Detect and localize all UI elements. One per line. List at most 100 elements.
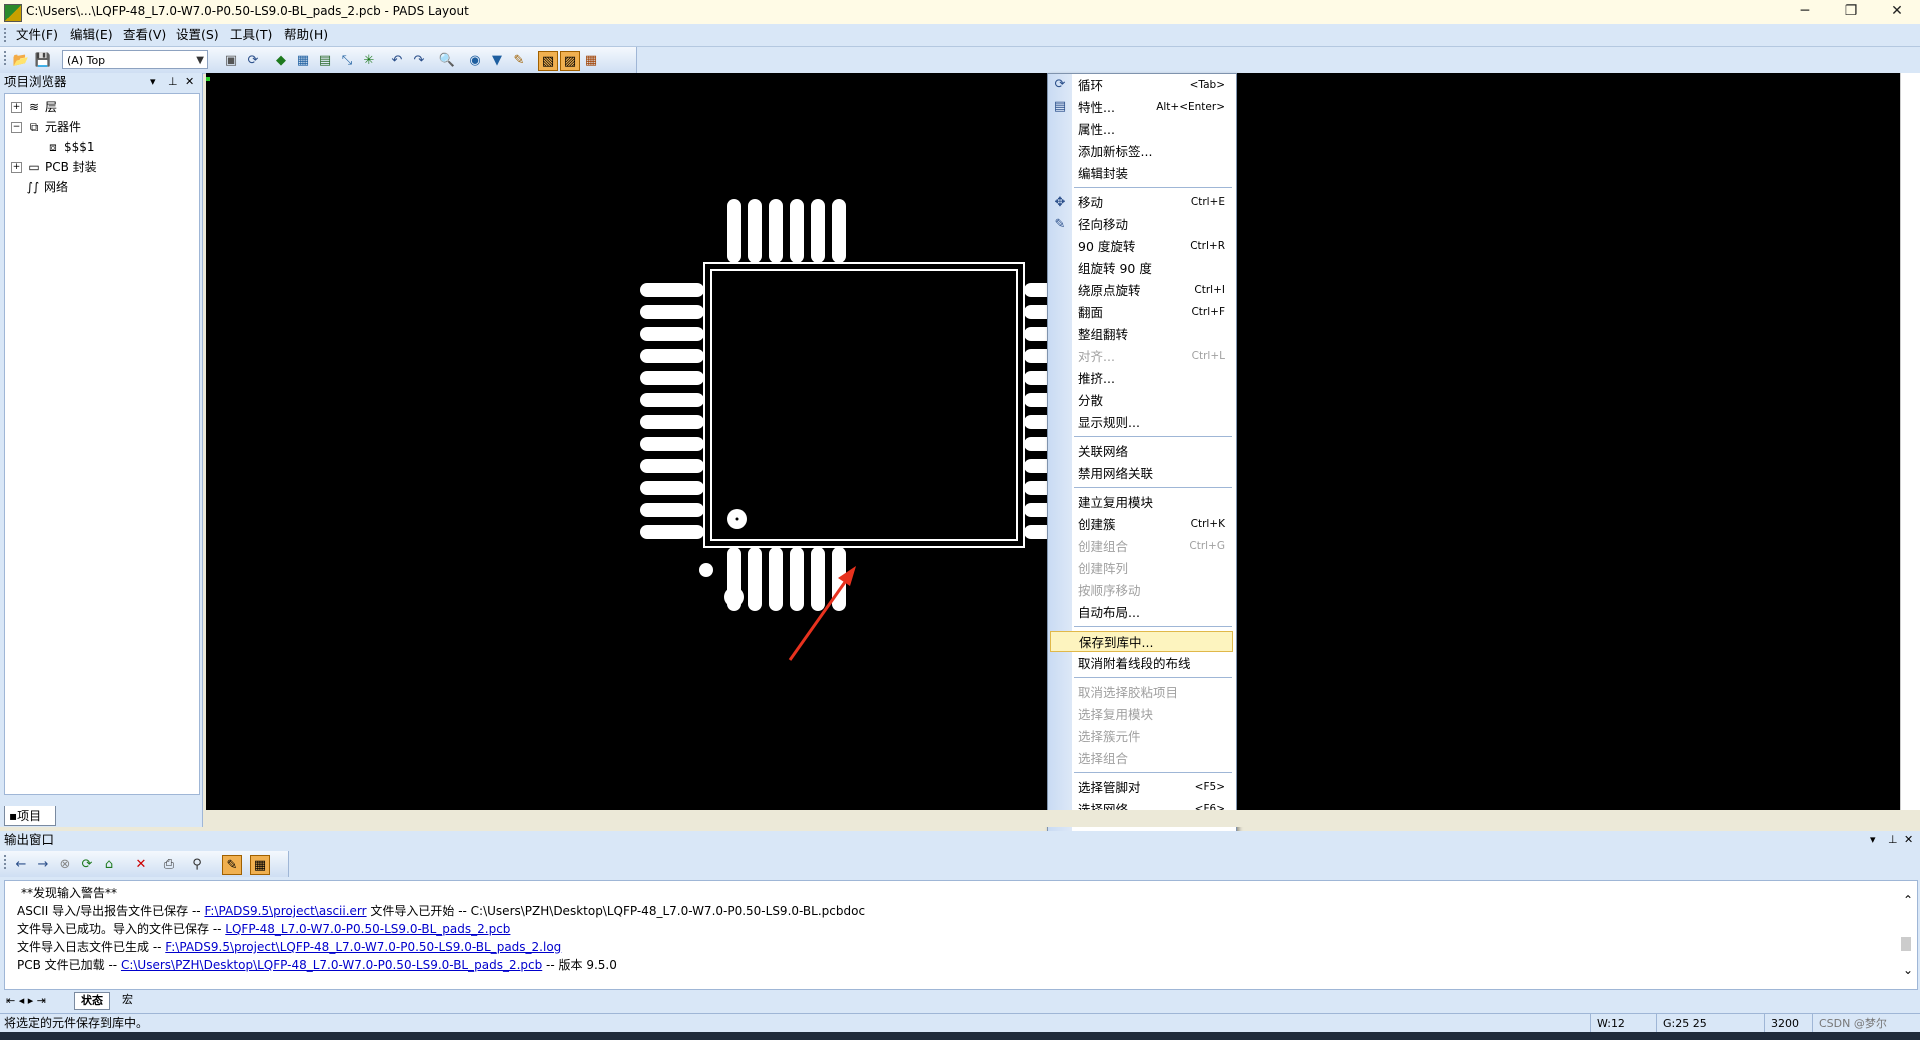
menu-edit[interactable]: 编辑(E)	[66, 26, 117, 44]
menu-view[interactable]: 查看(V)	[119, 26, 170, 44]
menu-setup[interactable]: 设置(S)	[172, 26, 223, 44]
output-toolbar-grip[interactable]	[4, 855, 9, 869]
ctx-item-auto-place[interactable]: 自动布局...	[1050, 602, 1233, 623]
find-icon[interactable]: ⚲	[188, 855, 206, 873]
ctx-item-move-sequential[interactable]: 按顺序移动	[1050, 580, 1233, 601]
canvas-horizontal-scrollbar[interactable]	[206, 810, 1920, 827]
filter-icon[interactable]: ▼	[488, 51, 506, 69]
ctx-item-select-reuse[interactable]: 选择复用模块	[1050, 704, 1233, 725]
panel-dropdown-icon[interactable]: ▾	[150, 73, 156, 91]
ctx-item-create-array[interactable]: 创建阵列	[1050, 558, 1233, 579]
tree-item-pcb-decals[interactable]: + ▭ PCB 封装	[11, 158, 97, 176]
scroll-down-icon[interactable]: ⌄	[1903, 963, 1913, 977]
ctx-item-group-rotate-90[interactable]: 组旋转 90 度	[1050, 258, 1233, 279]
clear-icon[interactable]: ✕	[132, 855, 150, 873]
stop-icon[interactable]: ⊗	[56, 855, 74, 873]
ctx-item-rotate-90[interactable]: 90 度旋转 Ctrl+R	[1050, 236, 1233, 257]
tab-macro[interactable]: 宏	[116, 992, 139, 1008]
menu-file[interactable]: 文件(F)	[12, 26, 62, 44]
ctx-item-unselect-glued[interactable]: 取消选择胶粘项目	[1050, 682, 1233, 703]
ctx-item-attributes[interactable]: 属性...	[1050, 119, 1233, 140]
ctx-item-edit-decal[interactable]: 编辑封装	[1050, 163, 1233, 184]
refresh-icon[interactable]: ⟳	[78, 855, 96, 873]
pcb-canvas[interactable]: ⟳ ▤ ✥ ✎ 循环 <Tab> 特性... Alt+<Enter> 属性... 添加新标…	[206, 73, 1900, 846]
grid-icon[interactable]: ▦	[250, 855, 270, 875]
tree-item-components[interactable]: − ⧉ 元器件	[11, 118, 81, 136]
route-icon[interactable]: ⤡	[338, 51, 356, 69]
verify-design-icon[interactable]: ◉	[466, 51, 484, 69]
edit-icon[interactable]: ✎	[222, 855, 242, 875]
expand-icon[interactable]: +	[11, 102, 22, 113]
redo-icon[interactable]: ↷	[410, 51, 428, 69]
output-file-link[interactable]: F:\PADS9.5\project\ascii.err	[204, 904, 366, 918]
save-icon[interactable]: 💾	[34, 51, 52, 69]
ctx-item-radial-move[interactable]: 径向移动	[1050, 214, 1233, 235]
spreadsheet-icon[interactable]: ▦	[582, 51, 600, 69]
tree-item-layers[interactable]: + ≋ 层	[11, 98, 57, 116]
output-file-link[interactable]: C:\Users\PZH\Desktop\LQFP-48_L7.0-W7.0-P…	[121, 958, 542, 972]
ctx-item-rotate-origin[interactable]: 绕原点旋转 Ctrl+I	[1050, 280, 1233, 301]
minimize-button[interactable]: ─	[1782, 0, 1828, 24]
ctx-item-push[interactable]: 推挤...	[1050, 368, 1233, 389]
ctx-item-select-cluster-parts[interactable]: 选择簇元件	[1050, 726, 1233, 747]
ctx-item-associate-net[interactable]: 关联网络	[1050, 441, 1233, 462]
tree-item-nets[interactable]: ∫∫ 网络	[25, 178, 68, 196]
maximize-button[interactable]: ❐	[1828, 0, 1874, 24]
ctx-item-show-rules[interactable]: 显示规则...	[1050, 412, 1233, 433]
output-close-icon[interactable]: ✕	[1904, 831, 1913, 849]
ctx-item-cycle[interactable]: 循环 <Tab>	[1050, 75, 1233, 96]
tab-project[interactable]: ▪项目	[4, 806, 56, 826]
undo-icon[interactable]: ↶	[388, 51, 406, 69]
ctx-item-create-cluster[interactable]: 创建簇 Ctrl+K	[1050, 514, 1233, 535]
ctx-item-create-reuse[interactable]: 建立复用模块	[1050, 492, 1233, 513]
ctx-item-group-flip[interactable]: 整组翻转	[1050, 324, 1233, 345]
redraw-icon[interactable]: ⟳	[244, 51, 262, 69]
toolbar-grip[interactable]	[4, 51, 9, 65]
project-browser-toggle-icon[interactable]: ▧	[538, 51, 558, 71]
ecotoolbar-icon[interactable]: ▤	[316, 51, 334, 69]
canvas-vertical-scrollbar[interactable]	[1900, 73, 1920, 810]
brush-icon[interactable]: ✎	[510, 51, 528, 69]
ctx-item-disperse[interactable]: 分散	[1050, 390, 1233, 411]
back-icon[interactable]: ←	[12, 855, 30, 873]
ctx-item-select-pin-pairs[interactable]: 选择管脚对 <F5>	[1050, 777, 1233, 798]
home-icon[interactable]: ⌂	[100, 855, 118, 873]
print-icon[interactable]: ⎙	[160, 855, 178, 873]
output-window-toggle-icon[interactable]: ▨	[560, 51, 580, 71]
menu-help[interactable]: 帮助(H)	[280, 26, 332, 44]
ctx-item-unroute-attached[interactable]: 取消附着线段的布线	[1050, 653, 1233, 674]
tab-status[interactable]: 状态	[74, 992, 110, 1010]
ctx-item-flip[interactable]: 翻面 Ctrl+F	[1050, 302, 1233, 323]
ctx-item-disable-net-association[interactable]: 禁用网络关联	[1050, 463, 1233, 484]
scroll-thumb[interactable]	[1901, 937, 1911, 951]
menubar-grip[interactable]	[4, 28, 9, 42]
output-file-link[interactable]: F:\PADS9.5\project\LQFP-48_L7.0-W7.0-P0.…	[165, 940, 561, 954]
ctx-item-align[interactable]: 对齐... Ctrl+L	[1050, 346, 1233, 367]
tab-nav-arrows-icon[interactable]: ⇤ ◂ ▸ ⇥	[6, 991, 46, 1011]
dimension-icon[interactable]: ✳	[360, 51, 378, 69]
ctx-item-save-to-library[interactable]: 保存到库中...	[1050, 631, 1233, 652]
layer-select[interactable]: (A) Top ▼	[62, 50, 208, 69]
open-icon[interactable]: 📂	[12, 51, 30, 69]
ctx-item-properties[interactable]: 特性... Alt+<Enter>	[1050, 97, 1233, 118]
tree-item-component-1[interactable]: ⧈ $$$1	[45, 138, 94, 156]
menu-tools[interactable]: 工具(T)	[226, 26, 276, 44]
ctx-item-move[interactable]: 移动 Ctrl+E	[1050, 192, 1233, 213]
forward-icon[interactable]: →	[34, 855, 52, 873]
ctx-item-select-union[interactable]: 选择组合	[1050, 748, 1233, 769]
scroll-up-icon[interactable]: ⌃	[1903, 893, 1913, 907]
expand-icon[interactable]: +	[11, 162, 22, 173]
panel-dropdown-icon[interactable]: ▾	[1870, 831, 1876, 849]
ctx-item-add-label[interactable]: 添加新标签...	[1050, 141, 1233, 162]
zoom-icon[interactable]: 🔍	[438, 51, 456, 69]
collapse-icon[interactable]: −	[11, 122, 22, 133]
pin-icon[interactable]: ⊥	[168, 73, 178, 91]
properties-icon[interactable]: ▣	[222, 51, 240, 69]
pin-icon[interactable]: ⊥	[1888, 831, 1898, 849]
panel-close-icon[interactable]: ✕	[185, 73, 194, 91]
output-file-link[interactable]: LQFP-48_L7.0-W7.0-P0.50-LS9.0-BL_pads_2.…	[225, 922, 510, 936]
close-window-button[interactable]: ✕	[1874, 0, 1920, 24]
design-toolbar-icon[interactable]: ▦	[294, 51, 312, 69]
ctx-item-create-union[interactable]: 创建组合 Ctrl+G	[1050, 536, 1233, 557]
drafting-toolbar-icon[interactable]: ◆	[272, 51, 290, 69]
